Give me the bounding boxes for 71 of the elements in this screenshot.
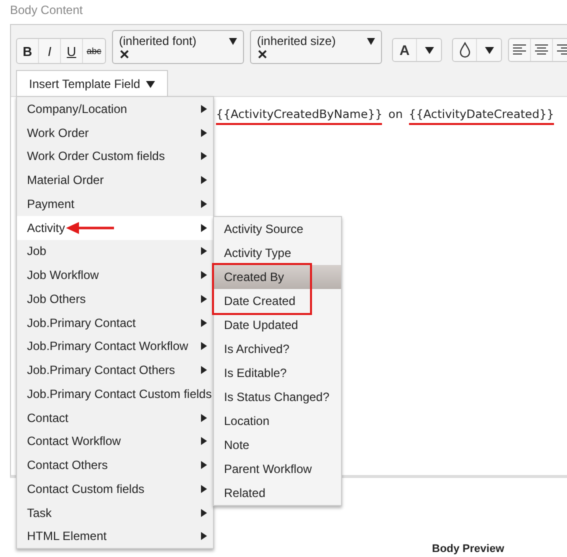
caret-icon bbox=[146, 80, 156, 88]
menu-item[interactable]: Job.Primary Contact bbox=[17, 310, 213, 334]
size-select[interactable]: (inherited size) ✕ bbox=[250, 30, 382, 64]
section-title: Body Content bbox=[10, 3, 83, 17]
menu-item[interactable]: Date Created bbox=[214, 289, 341, 313]
menu-item[interactable]: Contact Workflow bbox=[17, 430, 213, 454]
bold-button[interactable]: B bbox=[17, 39, 39, 63]
submenu-arrow-icon bbox=[201, 437, 207, 446]
menu-item[interactable]: Created By bbox=[214, 265, 341, 289]
menu-item[interactable]: Payment bbox=[17, 192, 213, 216]
submenu-arrow-icon bbox=[201, 271, 207, 280]
template-token: {{ActivityDateCreated}} bbox=[408, 107, 554, 125]
drop-icon bbox=[458, 42, 470, 58]
menu-item[interactable]: Contact Others bbox=[17, 453, 213, 477]
submenu-arrow-icon bbox=[201, 128, 207, 137]
submenu-arrow-icon bbox=[201, 200, 207, 208]
submenu-arrow-icon bbox=[201, 414, 207, 422]
menu-item[interactable]: Contact Custom fields bbox=[17, 477, 213, 501]
submenu-arrow-icon bbox=[201, 176, 207, 184]
menu-item[interactable]: Job Others bbox=[17, 287, 213, 311]
content-text: on bbox=[388, 107, 403, 123]
menu-item[interactable]: Date Updated bbox=[214, 313, 341, 337]
arrow-annotation bbox=[66, 222, 114, 234]
submenu-arrow-icon bbox=[201, 532, 207, 540]
menu-item[interactable]: Job bbox=[17, 240, 213, 264]
menu-item[interactable]: Task bbox=[17, 500, 213, 524]
menu-item[interactable]: Material Order bbox=[17, 168, 213, 192]
menu-item[interactable]: Is Editable? bbox=[214, 361, 341, 385]
template-token: {{ActivityCreatedByName}} bbox=[216, 107, 382, 125]
menu-item[interactable]: Job.Primary Contact Workflow bbox=[17, 334, 213, 358]
submenu-arrow-icon bbox=[201, 247, 207, 256]
menu-item[interactable]: Job.Primary Contact Others bbox=[17, 358, 213, 382]
submenu-arrow-icon bbox=[201, 104, 207, 113]
align-center-icon bbox=[535, 44, 548, 56]
preview-title: Body Preview bbox=[432, 543, 504, 555]
align-right-icon bbox=[557, 44, 567, 56]
caret-icon bbox=[424, 46, 434, 54]
menu-item[interactable]: Job Workflow bbox=[17, 263, 213, 287]
submenu-arrow-icon bbox=[201, 294, 207, 303]
font-select[interactable]: (inherited font) ✕ bbox=[112, 30, 244, 64]
submenu-arrow-icon bbox=[201, 484, 207, 493]
clear-icon[interactable]: ✕ bbox=[257, 48, 268, 62]
menu-item[interactable]: Location bbox=[214, 409, 341, 433]
insert-template-field-button[interactable]: Insert Template Field bbox=[16, 70, 168, 97]
menu-item[interactable]: Related bbox=[214, 481, 341, 505]
menu-item[interactable]: Work Order bbox=[17, 120, 213, 144]
italic-button[interactable]: I bbox=[39, 39, 61, 63]
submenu-arrow-icon bbox=[201, 366, 207, 374]
submenu-arrow-icon bbox=[201, 508, 207, 517]
menu-item[interactable]: Is Status Changed? bbox=[214, 385, 341, 409]
menu-item[interactable]: Note bbox=[214, 433, 341, 457]
strikethrough-button[interactable]: abc bbox=[83, 39, 105, 63]
align-left-icon bbox=[513, 44, 526, 56]
underline-button[interactable]: U bbox=[61, 39, 83, 63]
menu-item[interactable]: Work Order Custom fields bbox=[17, 144, 213, 168]
menu-item[interactable]: Parent Workflow bbox=[214, 457, 341, 481]
caret-icon bbox=[484, 46, 494, 54]
menu-item[interactable]: Activity Type bbox=[214, 241, 341, 265]
submenu-arrow-icon bbox=[201, 224, 207, 232]
submenu-arrow-icon bbox=[201, 318, 207, 327]
menu-item[interactable]: Job.Primary Contact Custom fields bbox=[17, 382, 213, 406]
menu-item[interactable]: Activity Source bbox=[214, 217, 341, 241]
menu-item[interactable]: Contact bbox=[17, 406, 213, 430]
submenu-arrow-icon bbox=[201, 342, 207, 350]
menu-item[interactable]: Activity bbox=[17, 216, 213, 240]
menu-item[interactable]: Is Archived? bbox=[214, 337, 341, 361]
clear-icon[interactable]: ✕ bbox=[119, 48, 130, 62]
submenu-arrow-icon bbox=[201, 461, 207, 470]
menu-item[interactable]: Company/Location bbox=[17, 97, 213, 121]
submenu-arrow-icon bbox=[201, 152, 207, 160]
menu-item[interactable]: HTML Element bbox=[17, 524, 213, 548]
